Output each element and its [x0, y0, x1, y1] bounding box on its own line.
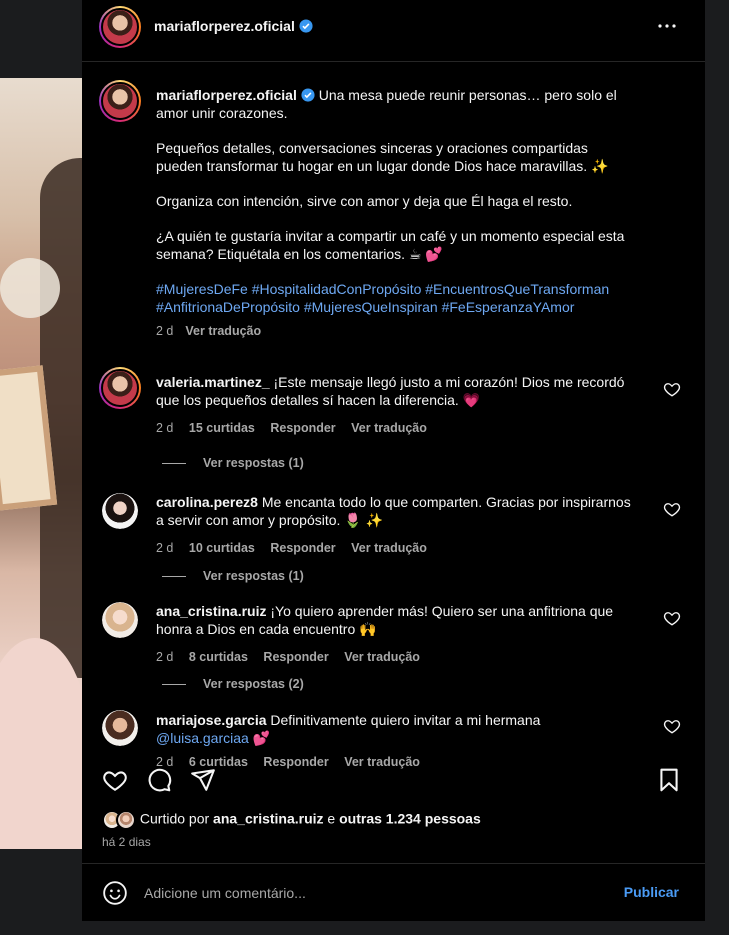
caption-author-avatar[interactable] [99, 80, 141, 122]
comment-text: Definitivamente quiero invitar a mi herm… [270, 712, 541, 728]
reply-button[interactable]: Responder [270, 421, 335, 435]
caption-paragraph: ¿A quién te gustaría invitar a compartir… [156, 228, 625, 262]
comment-username[interactable]: ana_cristina.ruiz [156, 603, 267, 619]
comment-mention[interactable]: @luisa.garciaa [156, 730, 249, 746]
caption-author-name[interactable]: mariaflorperez.oficial [156, 87, 297, 103]
post-caption: mariaflorperez.oficial Una mesa puede re… [156, 86, 626, 340]
save-icon[interactable] [656, 767, 682, 793]
verified-icon [301, 88, 315, 102]
commenter-avatar[interactable] [102, 493, 138, 529]
post-header: mariaflorperez.oficial [82, 0, 705, 62]
see-translation-link[interactable]: Ver tradução [344, 650, 420, 664]
likes-others-link[interactable]: outras 1.234 pessoas [339, 811, 481, 827]
comment-age: 2 d [156, 541, 174, 555]
comment-likes[interactable]: 15 curtidas [189, 421, 255, 435]
author-avatar[interactable] [99, 6, 141, 48]
reply-button[interactable]: Responder [270, 541, 335, 555]
post-detail-panel: mariaflorperez.oficial mariaflorperez.of… [82, 0, 705, 921]
view-replies-button[interactable]: Ver respostas (1) [162, 456, 304, 470]
comment-item: ana_cristina.ruiz ¡Yo quiero aprender má… [156, 602, 636, 666]
comment-emoji: 💕 [248, 730, 271, 746]
likes-summary: Curtido por ana_cristina.ruiz e outras 1… [102, 810, 481, 830]
post-actions [82, 762, 705, 802]
verified-icon [299, 19, 313, 33]
like-icon[interactable] [102, 767, 128, 793]
likes-prefix: Curtido por [139, 810, 214, 827]
publish-button[interactable]: Publicar [624, 884, 679, 900]
comment-item: carolina.perez8 Me encanta todo lo que c… [156, 493, 636, 557]
comment-age: 2 d [156, 650, 174, 664]
more-options-icon[interactable] [655, 14, 679, 38]
comment-likes[interactable]: 10 curtidas [189, 541, 255, 555]
see-translation-link[interactable]: Ver tradução [185, 324, 261, 338]
comment-username[interactable]: valeria.martinez_ [156, 374, 270, 390]
comment-likes[interactable]: 8 curtidas [189, 650, 248, 664]
comment-icon[interactable] [146, 767, 172, 793]
comment-age: 2 d [156, 421, 174, 435]
caption-meta: 2 d Ver tradução [156, 322, 626, 340]
share-icon[interactable] [190, 767, 216, 793]
like-comment-icon[interactable] [663, 380, 681, 398]
likes-conjunction: e [323, 810, 340, 827]
post-timestamp: há 2 dias [102, 835, 151, 849]
like-comment-icon[interactable] [663, 717, 681, 735]
comment-composer: Publicar [82, 863, 705, 921]
comment-item: valeria.martinez_ ¡Este mensaje llegó ju… [156, 373, 636, 437]
liker-avatar [116, 810, 136, 830]
like-comment-icon[interactable] [663, 609, 681, 627]
commenter-avatar[interactable] [99, 367, 141, 409]
see-translation-link[interactable]: Ver tradução [351, 421, 427, 435]
comment-username[interactable]: carolina.perez8 [156, 494, 258, 510]
caption-paragraph: Organiza con intención, sirve con amor y… [156, 193, 573, 209]
caption-paragraph: Pequeños detalles, conversaciones sincer… [156, 140, 609, 174]
author-name[interactable]: mariaflorperez.oficial [154, 18, 295, 34]
commenter-avatar[interactable] [102, 710, 138, 746]
commenter-avatar[interactable] [102, 602, 138, 638]
caption-hashtags[interactable]: #MujeresDeFe #HospitalidadConPropósito #… [156, 280, 626, 316]
caption-age: 2 d [156, 324, 174, 338]
liker-username[interactable]: ana_cristina.ruiz [213, 811, 324, 827]
reply-button[interactable]: Responder [263, 650, 328, 664]
author-username[interactable]: mariaflorperez.oficial [154, 18, 313, 34]
view-replies-button[interactable]: Ver respostas (2) [162, 677, 304, 691]
comment-username[interactable]: mariajose.garcia [156, 712, 267, 728]
like-comment-icon[interactable] [663, 500, 681, 518]
view-replies-button[interactable]: Ver respostas (1) [162, 569, 304, 583]
comment-input[interactable] [144, 882, 594, 904]
see-translation-link[interactable]: Ver tradução [351, 541, 427, 555]
post-image [0, 78, 82, 849]
emoji-icon[interactable] [102, 880, 128, 906]
